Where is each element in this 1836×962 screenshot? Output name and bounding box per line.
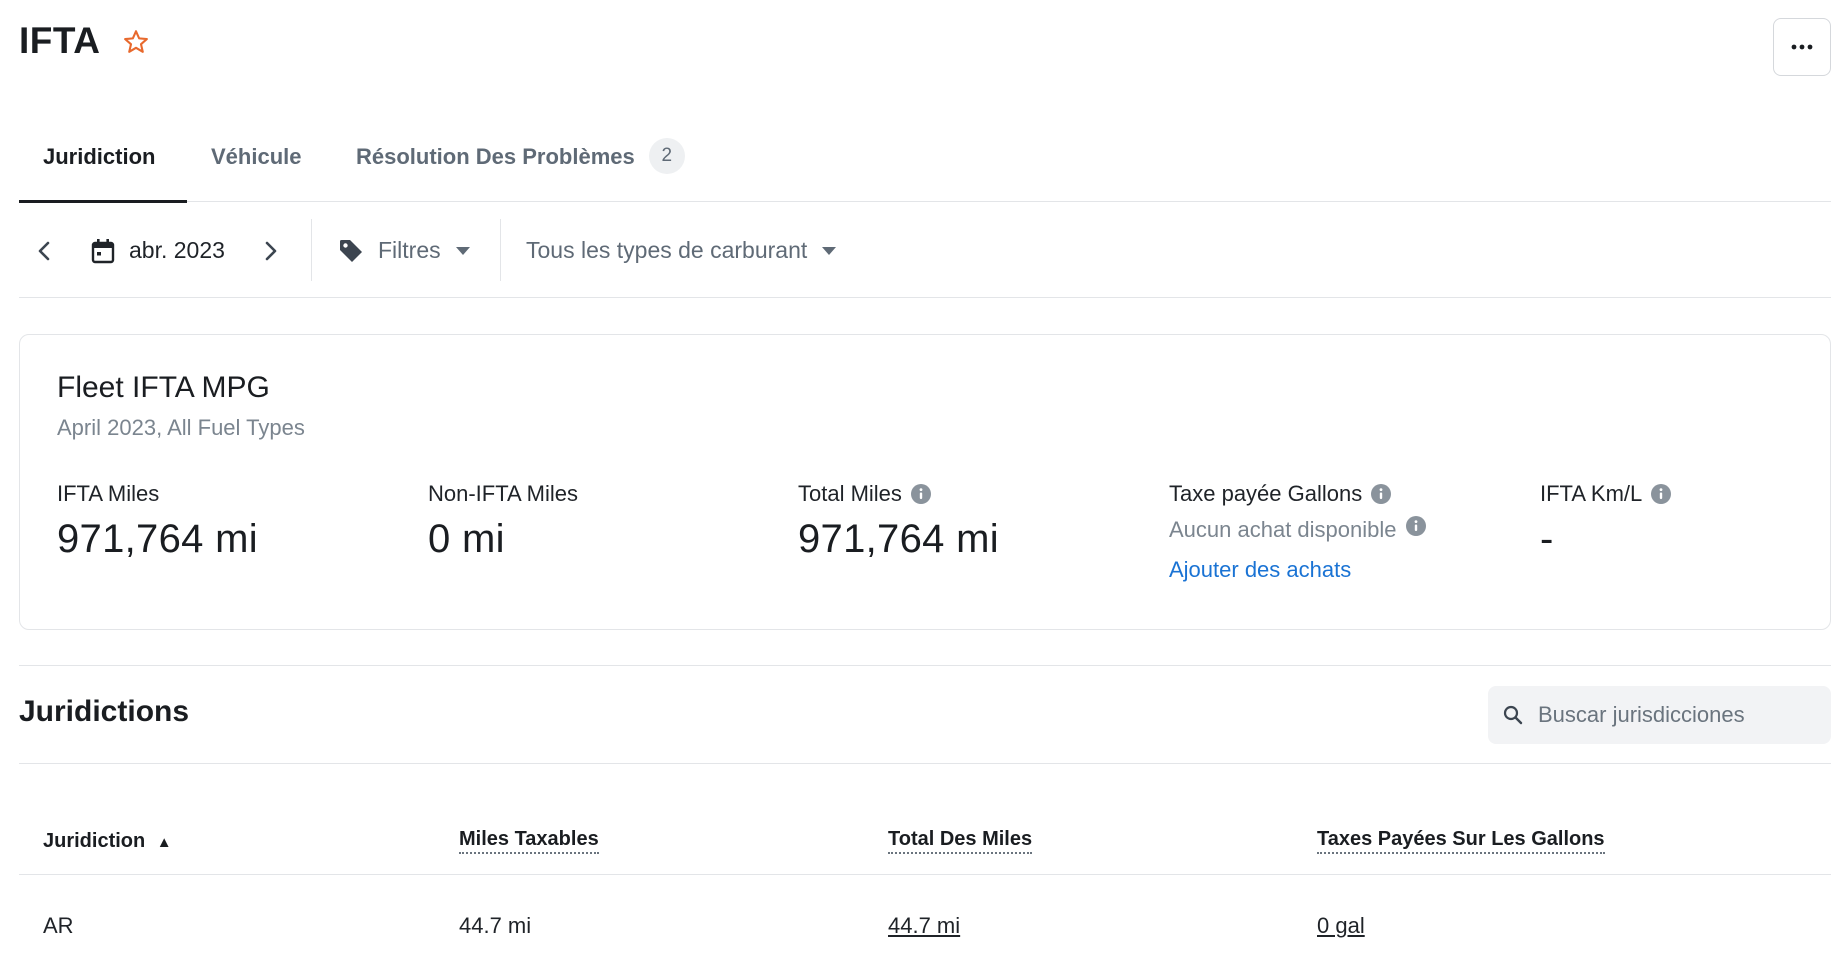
add-purchases-link[interactable]: Ajouter des achats — [1169, 557, 1426, 583]
tab-bar: Juridiction Véhicule Résolution Des Prob… — [19, 128, 1831, 203]
metric-non-ifta-miles: Non-IFTA Miles 0 mi — [428, 481, 578, 562]
metric-value: 0 mi — [428, 517, 505, 561]
star-outline-icon[interactable] — [122, 28, 150, 56]
metric-label: IFTA Miles — [57, 481, 160, 506]
fuel-type-label: Tous les types de carburant — [526, 237, 808, 263]
next-month-button[interactable] — [264, 203, 278, 298]
toolbar-divider — [311, 219, 312, 281]
cell-total-miles-link[interactable]: 44.7 mi — [888, 913, 960, 939]
filters-label: Filtres — [378, 237, 441, 263]
metric-tax-paid-gallons: Taxe payée Gallons Aucun achat disponibl… — [1169, 481, 1426, 583]
metric-label-text: Taxe payée Gallons — [1169, 481, 1363, 506]
metric-label: Non-IFTA Miles — [428, 481, 578, 506]
date-picker[interactable]: abr. 2023 — [91, 203, 225, 298]
date-label: abr. 2023 — [129, 237, 225, 263]
toolbar-divider — [500, 219, 501, 281]
info-icon[interactable] — [1651, 484, 1672, 504]
tag-icon — [340, 239, 362, 262]
fuel-type-dropdown[interactable]: Tous les types de carburant — [526, 203, 837, 298]
metric-label: Taxe payée Gallons — [1169, 481, 1426, 507]
section-divider — [19, 763, 1831, 764]
card-subtitle: April 2023, All Fuel Types — [57, 415, 305, 440]
metric-label-text: Total Miles — [798, 481, 902, 506]
section-divider — [19, 665, 1831, 666]
search-input[interactable] — [1538, 702, 1818, 728]
column-header-tax-paid-gallons[interactable]: Taxes Payées Sur Les Gallons — [1317, 828, 1605, 854]
metric-value: 971,764 mi — [798, 517, 999, 561]
table-header: Juridiction ▲ Miles Taxables Total Des M… — [19, 820, 1831, 875]
column-header-total-miles[interactable]: Total Des Miles — [888, 828, 1033, 854]
metric-ifta-kml: IFTA Km/L - — [1540, 481, 1672, 562]
caret-down-icon — [822, 246, 837, 255]
chevron-right-icon — [265, 241, 277, 260]
tab-juridiction[interactable]: Juridiction — [19, 128, 187, 203]
cell-jurisdiction: AR — [43, 913, 74, 938]
column-header-label: Taxes Payées Sur Les Gallons — [1317, 828, 1605, 854]
tab-resolution-problemes[interactable]: Résolution Des Problèmes 2 — [356, 128, 685, 202]
cell-taxable-miles: 44.7 mi — [459, 913, 532, 938]
jurisdictions-title: Juridictions — [19, 695, 190, 728]
column-header-label: Miles Taxables — [459, 828, 599, 854]
jurisdiction-search[interactable] — [1488, 686, 1831, 744]
caret-down-icon — [455, 246, 470, 255]
empty-state-label: Aucun achat disponible — [1169, 517, 1397, 542]
tab-label: Véhicule — [211, 144, 302, 169]
tab-count-badge: 2 — [648, 138, 685, 174]
page-header: IFTA — [0, 0, 1836, 90]
card-title: Fleet IFTA MPG — [57, 371, 270, 404]
cell-tax-paid-gallons-link[interactable]: 0 gal — [1317, 913, 1365, 939]
search-icon — [1503, 705, 1523, 725]
toolbar: abr. 2023 Filtres Tous les types de carb… — [19, 203, 1831, 298]
tab-vehicule[interactable]: Véhicule — [211, 128, 301, 202]
column-header-label: Total Des Miles — [888, 828, 1033, 854]
column-header-miles-taxables[interactable]: Miles Taxables — [459, 828, 599, 854]
info-icon[interactable] — [1371, 484, 1392, 504]
no-purchases-text: Aucun achat disponible — [1169, 516, 1426, 543]
metric-value: - — [1540, 517, 1554, 561]
ellipsis-icon — [1791, 44, 1813, 50]
tab-label: Juridiction — [43, 144, 156, 169]
calendar-icon — [91, 238, 115, 263]
table-row: AR 44.7 mi 44.7 mi 0 gal — [19, 876, 1831, 962]
fleet-summary-card: Fleet IFTA MPG April 2023, All Fuel Type… — [19, 334, 1831, 630]
more-options-button[interactable] — [1773, 18, 1831, 76]
metric-total-miles: Total Miles 971,764 mi — [798, 481, 999, 562]
column-header-label: Juridiction — [43, 830, 146, 852]
info-icon[interactable] — [1405, 516, 1426, 536]
prev-month-button[interactable] — [37, 203, 51, 298]
metric-label: Total Miles — [798, 481, 999, 507]
chevron-left-icon — [38, 241, 50, 260]
metric-value: 971,764 mi — [57, 517, 258, 561]
sort-ascending-icon: ▲ — [156, 834, 172, 851]
tab-label: Résolution Des Problèmes — [356, 144, 635, 169]
metric-label-text: IFTA Km/L — [1540, 481, 1643, 506]
filters-dropdown[interactable]: Filtres — [338, 203, 471, 298]
info-icon[interactable] — [910, 484, 931, 504]
column-header-juridiction[interactable]: Juridiction ▲ — [43, 830, 172, 853]
metric-label: IFTA Km/L — [1540, 481, 1672, 507]
metric-ifta-miles: IFTA Miles 971,764 mi — [57, 481, 258, 562]
page-title: IFTA — [19, 20, 101, 61]
